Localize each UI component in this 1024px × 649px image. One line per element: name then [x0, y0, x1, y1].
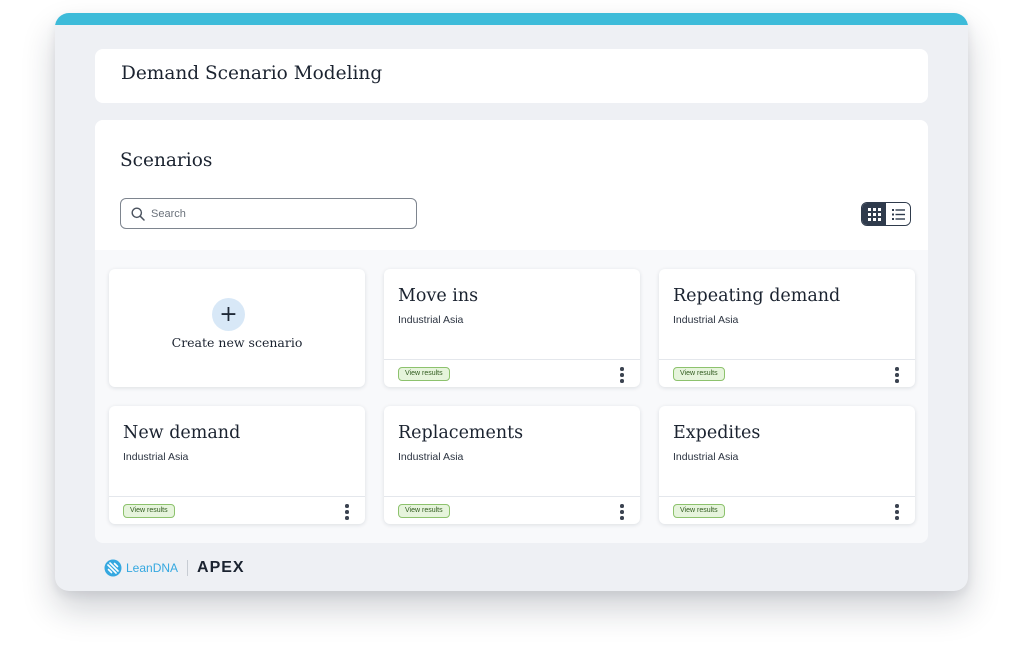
- scenario-title: Replacements: [398, 423, 524, 443]
- create-scenario-card[interactable]: + Create new scenario: [109, 269, 365, 387]
- scenarios-toolbar: Scenarios: [95, 120, 928, 250]
- app-window: Demand Scenario Modeling Scenarios Searc…: [55, 13, 968, 591]
- page-title: Demand Scenario Modeling: [121, 63, 383, 84]
- footer-branding: LeanDNA APEX: [104, 557, 245, 579]
- view-results-button[interactable]: View results: [673, 367, 725, 381]
- scenario-region: Industrial Asia: [673, 314, 739, 326]
- scenario-title: Expedites: [673, 423, 761, 443]
- view-results-button[interactable]: View results: [123, 504, 175, 518]
- card-divider: [659, 359, 915, 360]
- view-results-button[interactable]: View results: [398, 367, 450, 381]
- scenarios-panel: Scenarios Search + Create new scenario M…: [95, 120, 928, 543]
- view-toggle[interactable]: [861, 202, 911, 226]
- create-scenario-label: Create new scenario: [171, 335, 303, 350]
- apex-logo: APEX: [197, 559, 245, 576]
- header-card: Demand Scenario Modeling: [95, 49, 928, 103]
- accent-bar: [55, 13, 968, 25]
- more-options-icon[interactable]: [891, 503, 903, 521]
- view-results-button[interactable]: View results: [398, 504, 450, 518]
- card-divider: [384, 359, 640, 360]
- search-input[interactable]: [151, 205, 406, 223]
- card-divider: [109, 496, 365, 497]
- more-options-icon[interactable]: [341, 503, 353, 521]
- leandna-logo-icon: [104, 559, 122, 577]
- scenario-card[interactable]: Replacements Industrial Asia View result…: [384, 406, 640, 524]
- scenario-card[interactable]: Move ins Industrial Asia View results: [384, 269, 640, 387]
- scenario-card[interactable]: Expedites Industrial Asia View results: [659, 406, 915, 524]
- plus-icon: +: [212, 298, 245, 331]
- more-options-icon[interactable]: [616, 366, 628, 384]
- scenario-region: Industrial Asia: [398, 451, 464, 463]
- footer-divider: [187, 560, 189, 576]
- more-options-icon[interactable]: [616, 503, 628, 521]
- grid-view-button[interactable]: [862, 203, 886, 225]
- scenario-region: Industrial Asia: [673, 451, 739, 463]
- search-icon: [131, 207, 145, 221]
- search-box[interactable]: [120, 198, 417, 229]
- scenario-card[interactable]: New demand Industrial Asia View results: [109, 406, 365, 524]
- list-view-button[interactable]: [886, 203, 910, 225]
- leandna-brand: LeanDNA: [126, 561, 179, 575]
- list-view-icon: [891, 208, 905, 220]
- card-divider: [659, 496, 915, 497]
- more-options-icon[interactable]: [891, 366, 903, 384]
- scenario-card[interactable]: Repeating demand Industrial Asia View re…: [659, 269, 915, 387]
- scenarios-heading: Scenarios: [120, 150, 213, 171]
- scenario-region: Industrial Asia: [398, 314, 464, 326]
- scenario-region: Industrial Asia: [123, 451, 189, 463]
- scenario-title: Move ins: [398, 286, 479, 306]
- scenario-title: New demand: [123, 423, 241, 443]
- scenario-title: Repeating demand: [673, 286, 841, 306]
- grid-view-icon: [867, 207, 881, 221]
- card-divider: [384, 496, 640, 497]
- view-results-button[interactable]: View results: [673, 504, 725, 518]
